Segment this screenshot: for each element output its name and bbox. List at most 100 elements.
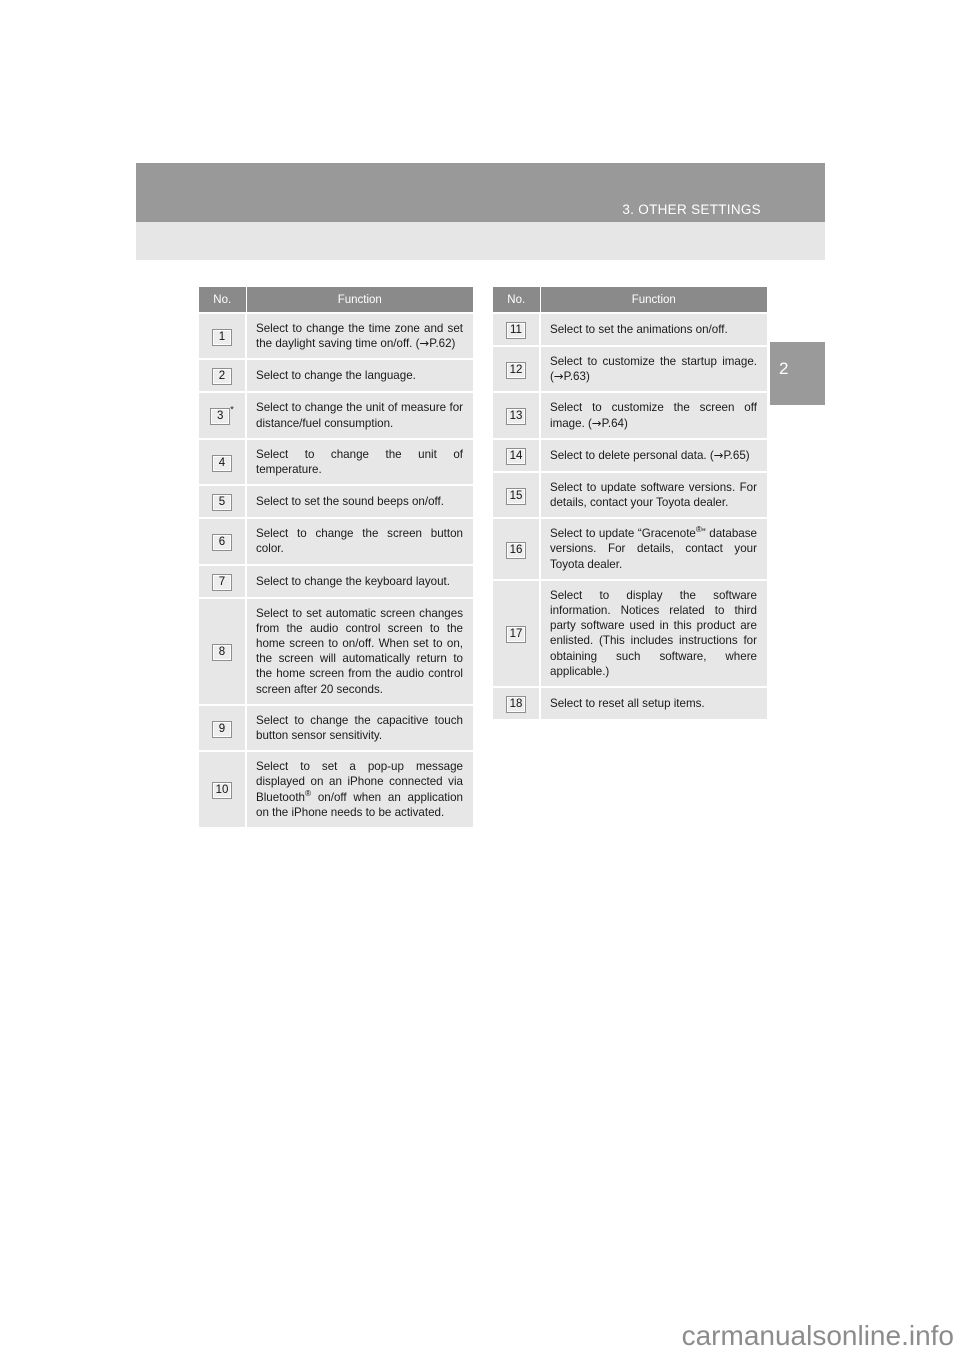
page-sheet: 3. OTHER SETTINGS 2 No. Function 1 Select… — [0, 0, 960, 1358]
row-number-cell: 13 — [493, 391, 541, 439]
row-number-badge: 4 — [212, 453, 232, 472]
arrow-icon: → — [553, 369, 564, 384]
table-left-body: 1 Select to change the time zone and set … — [199, 311, 473, 828]
row-function-cell: Select to customize the startup image. (… — [540, 344, 767, 393]
row-number-value: 9 — [212, 720, 232, 738]
table-row: 2 Select to change the language. — [199, 358, 473, 393]
arrow-icon: → — [591, 415, 602, 430]
table-row: 17 Select to display the software informa… — [493, 578, 767, 688]
row-function-cell: Select to set a pop-up message displayed… — [246, 750, 473, 828]
registered-mark: ® — [695, 525, 702, 535]
table-row: 12 Select to customize the startup image.… — [493, 344, 767, 393]
row-number-value: 4 — [212, 454, 232, 472]
row-number-badge: 2 — [212, 366, 232, 386]
column-header-no: No. — [199, 287, 247, 313]
row-number-cell: 6 — [199, 517, 247, 565]
row-number-cell: 10 — [199, 750, 247, 828]
row-function-cell: Select to change the language. — [246, 358, 473, 393]
row-number-cell: 15 — [493, 470, 541, 519]
row-number-value: 6 — [212, 533, 232, 551]
table-row: 15 Select to update software versions. Fo… — [493, 470, 767, 519]
row-function-cell: Select to change the time zone and set t… — [246, 311, 473, 360]
table-row: 18 Select to reset all setup items. — [493, 686, 767, 720]
row-number-badge: 5 — [212, 492, 232, 512]
table-row: 9 Select to change the capacitive touch b… — [199, 703, 473, 752]
row-number-cell: 2 — [199, 358, 247, 393]
function-table-left: No. Function 1 Select to change the time … — [199, 287, 473, 828]
table-left-head: No. Function — [199, 287, 473, 313]
table-row: 16 Select to update “Gracenote®” database… — [493, 517, 767, 580]
row-function-cell: Select to change the unit of temperature… — [246, 437, 473, 486]
table-header-row: No. Function — [493, 287, 767, 313]
row-number-value: 16 — [505, 541, 527, 559]
row-number-badge: 3* — [210, 404, 234, 426]
table-row: 1 Select to change the time zone and set … — [199, 311, 473, 360]
column-header-function: Function — [540, 287, 767, 313]
row-number-badge: 15 — [505, 486, 527, 505]
row-number-badge: 14 — [505, 446, 527, 465]
page-header-subband — [136, 222, 825, 260]
table-row: 10 Select to set a pop-up message display… — [199, 750, 473, 828]
table-row: 13 Select to customize the screen off ima… — [493, 391, 767, 439]
row-function-cell: Select to customize the screen off image… — [540, 391, 767, 439]
row-number-badge: 12 — [505, 360, 527, 379]
row-number-value: 7 — [212, 573, 232, 591]
table-row: 7 Select to change the keyboard layout. — [199, 563, 473, 598]
table-header-row: No. Function — [199, 287, 473, 313]
row-function-cell: Select to update “Gracenote®” database v… — [540, 517, 767, 580]
table-row: 8 Select to set automatic screen changes … — [199, 596, 473, 705]
table-row: 5 Select to set the sound beeps on/off. — [199, 484, 473, 519]
row-number-cell: 16 — [493, 517, 541, 580]
column-header-no: No. — [493, 287, 541, 313]
row-number-cell: 12 — [493, 344, 541, 393]
row-number-cell: 5 — [199, 484, 247, 519]
row-number-value: 17 — [505, 625, 527, 643]
row-function-cell: Select to set the sound beeps on/off. — [246, 484, 473, 519]
row-number-cell: 9 — [199, 703, 247, 752]
row-function-cell: Select to update software versions. For … — [540, 470, 767, 519]
row-number-cell: 8 — [199, 596, 247, 705]
row-number-cell: 14 — [493, 437, 541, 472]
row-number-value: 3 — [210, 408, 231, 426]
row-number-badge: 7 — [212, 572, 232, 591]
row-number-value: 12 — [505, 361, 527, 379]
row-function-cell: Select to display the software informati… — [540, 578, 767, 688]
row-number-value: 5 — [212, 494, 232, 512]
row-number-cell: 3* — [199, 391, 247, 439]
row-function-cell: Select to set the animations on/off. — [540, 312, 767, 346]
row-number-value: 15 — [505, 487, 527, 505]
row-number-badge: 16 — [505, 540, 527, 559]
row-function-cell: Select to delete personal data. (→P.65) — [540, 437, 767, 472]
row-number-badge: 17 — [505, 624, 527, 643]
row-number-value: 14 — [505, 447, 527, 465]
row-number-value: 2 — [212, 368, 232, 386]
row-number-badge: 10 — [211, 780, 233, 800]
row-number-cell: 17 — [493, 578, 541, 688]
row-function-cell: Select to reset all setup items. — [540, 686, 767, 720]
row-function-cell: Select to change the screen button color… — [246, 517, 473, 565]
row-number-value: 8 — [212, 643, 232, 661]
footnote-asterisk: * — [230, 404, 234, 415]
row-function-cell: Select to change the keyboard layout. — [246, 563, 473, 598]
arrow-icon: → — [419, 336, 430, 351]
table-row: 6 Select to change the screen button colo… — [199, 517, 473, 565]
page-header-band: 3. OTHER SETTINGS — [136, 163, 825, 222]
row-number-badge: 18 — [505, 694, 527, 714]
table-left: No. Function 1 Select to change the time … — [199, 287, 473, 828]
chapter-tab-label: 2 — [779, 359, 789, 378]
page-title: 3. OTHER SETTINGS — [622, 202, 761, 217]
row-number-value: 18 — [505, 696, 527, 714]
row-number-value: 11 — [506, 322, 526, 339]
table-row: 11 Select to set the animations on/off. — [493, 312, 767, 346]
row-number-cell: 4 — [199, 437, 247, 486]
row-function-cell: Select to change the unit of measure for… — [246, 391, 473, 439]
row-number-badge: 1 — [212, 327, 232, 346]
table-right-head: No. Function — [493, 287, 767, 313]
row-function-cell: Select to change the capacitive touch bu… — [246, 703, 473, 752]
table-right: No. Function 11 Select to set the animati… — [493, 287, 767, 720]
row-number-badge: 11 — [506, 320, 526, 339]
table-row: 3* Select to change the unit of measure f… — [199, 391, 473, 439]
row-number-badge: 6 — [212, 532, 232, 551]
registered-mark: ® — [305, 788, 312, 798]
function-table-right: No. Function 11 Select to set the animati… — [493, 287, 767, 720]
